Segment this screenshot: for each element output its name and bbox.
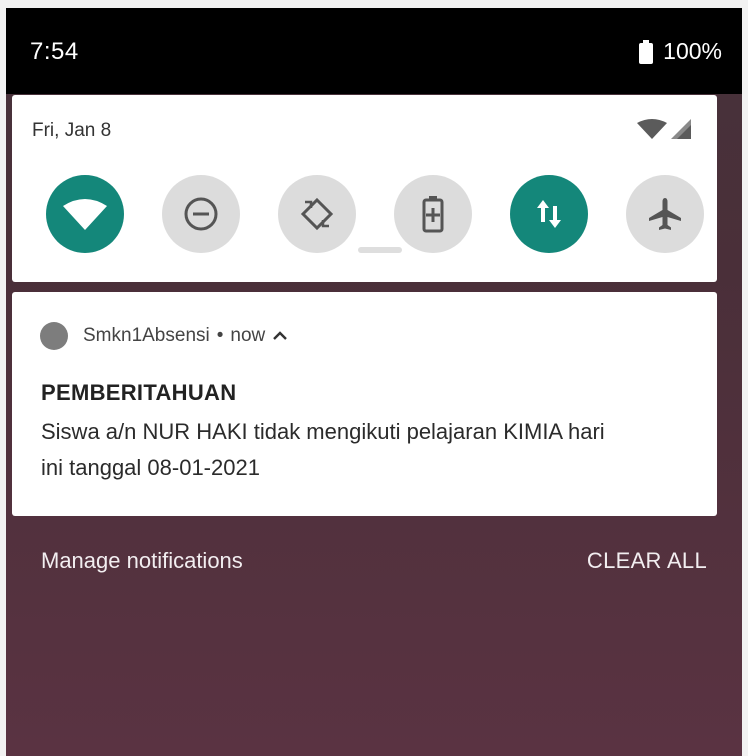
app-icon bbox=[40, 322, 68, 350]
notification-card[interactable]: Smkn1Absensi • now PEMBERITAHUAN Siswa a… bbox=[12, 292, 717, 516]
status-bar: 7:54 100% bbox=[6, 8, 742, 94]
airplane-icon bbox=[649, 198, 681, 230]
battery-percent: 100% bbox=[663, 38, 722, 64]
wifi-icon bbox=[63, 199, 107, 230]
mobile-data-icon bbox=[537, 200, 561, 228]
notification-body-line-2: ini tanggal 08-01-2021 bbox=[41, 455, 260, 480]
quick-settings-panel: Fri, Jan 8 bbox=[12, 95, 717, 282]
signal-indicators bbox=[637, 119, 691, 139]
do-not-disturb-icon bbox=[184, 197, 218, 231]
battery-full-icon bbox=[639, 39, 654, 64]
manage-notifications-button[interactable]: Manage notifications bbox=[41, 548, 243, 574]
notification-title: PEMBERITAHUAN bbox=[41, 380, 237, 405]
tile-auto-rotate[interactable] bbox=[278, 175, 356, 253]
auto-rotate-icon bbox=[300, 197, 334, 231]
drag-handle[interactable] bbox=[358, 247, 402, 253]
status-time: 7:54 bbox=[30, 38, 79, 65]
notification-body: Siswa a/n NUR HAKI tidak mengikuti pelaj… bbox=[41, 414, 701, 486]
app-name: Smkn1Absensi bbox=[83, 325, 210, 346]
notification-time: now bbox=[230, 325, 266, 346]
tile-battery-saver[interactable] bbox=[394, 175, 472, 253]
header-separator: • bbox=[216, 325, 224, 346]
battery-saver-icon bbox=[422, 196, 444, 233]
quick-settings-tiles bbox=[12, 175, 717, 255]
tile-mobile-data[interactable] bbox=[510, 175, 588, 253]
chevron-up-icon[interactable] bbox=[273, 331, 288, 341]
tile-airplane-mode[interactable] bbox=[626, 175, 704, 253]
status-right-group: 100% bbox=[639, 38, 722, 65]
clear-all-button[interactable]: CLEAR ALL bbox=[587, 548, 707, 574]
wifi-signal-icon bbox=[637, 119, 667, 139]
notification-shade: 7:54 100% Fri, Jan 8 Smkn1Absensi • now … bbox=[6, 8, 742, 756]
quick-settings-date[interactable]: Fri, Jan 8 bbox=[32, 120, 111, 142]
cellular-signal-icon bbox=[671, 119, 691, 139]
notification-header: Smkn1Absensi • now bbox=[40, 322, 288, 350]
tile-wifi[interactable] bbox=[46, 175, 124, 253]
notification-body-line-1: Siswa a/n NUR HAKI tidak mengikuti pelaj… bbox=[41, 419, 605, 444]
tile-do-not-disturb[interactable] bbox=[162, 175, 240, 253]
